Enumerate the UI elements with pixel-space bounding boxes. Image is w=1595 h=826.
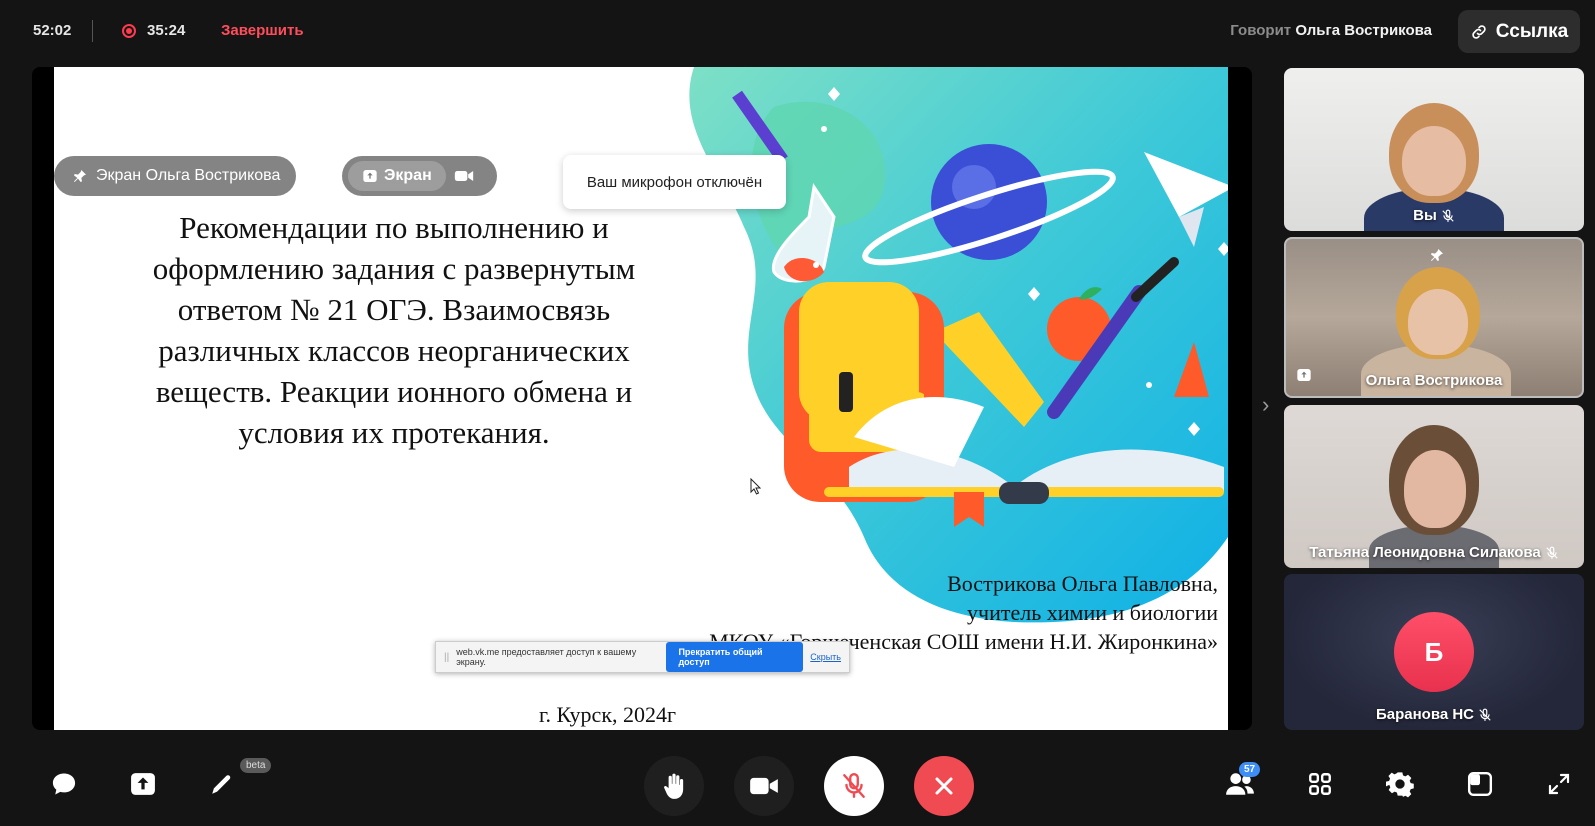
chat-icon xyxy=(52,773,76,795)
mouse-cursor-icon xyxy=(750,478,762,495)
screen-source-label: Экран xyxy=(384,167,432,184)
picture-in-picture-icon xyxy=(1467,771,1493,797)
pin-icon xyxy=(74,170,86,182)
screen-share-notification: || web.vk.me предоставляет доступ к ваше… xyxy=(435,641,850,673)
layout-grid-button[interactable] xyxy=(1302,766,1338,802)
gear-icon xyxy=(1386,772,1414,798)
participant-name: Баранова НС xyxy=(1284,706,1584,723)
grid-icon xyxy=(1309,773,1331,795)
video-camera-icon xyxy=(750,777,778,795)
finish-recording-button[interactable]: Завершить xyxy=(221,22,304,39)
link-icon xyxy=(1472,24,1486,39)
slide-city: г. Курск, 2024г xyxy=(539,702,677,727)
camera-toggle-button[interactable] xyxy=(734,756,794,816)
divider xyxy=(92,20,93,42)
pencil-icon xyxy=(212,775,231,794)
mic-muted-toast: Ваш микрофон отключён xyxy=(563,155,786,209)
end-call-button[interactable] xyxy=(914,756,974,816)
author-name: Вострикова Ольга Павловна, xyxy=(947,571,1218,596)
share-screen-icon xyxy=(131,773,155,795)
settings-button[interactable] xyxy=(1382,766,1418,802)
record-timer: 35:24 xyxy=(147,22,186,39)
record-icon xyxy=(122,24,136,38)
close-icon xyxy=(935,777,953,795)
hide-notice-link[interactable]: Скрыть xyxy=(810,652,841,662)
call-timer: 52:02 xyxy=(33,22,72,39)
avatar: Б xyxy=(1394,612,1474,692)
participant-name: Татьяна Леонидовна Силакова xyxy=(1284,544,1584,561)
camera-icon[interactable] xyxy=(454,168,474,184)
share-notice-text: web.vk.me предоставляет доступ к вашему … xyxy=(456,647,637,667)
screen-source-button[interactable]: Экран xyxy=(348,161,446,191)
school-supplies-illustration xyxy=(689,67,1228,623)
source-switcher: Экран xyxy=(342,156,497,196)
chat-button[interactable] xyxy=(46,766,82,802)
beta-badge: beta xyxy=(240,758,272,773)
share-screen-icon xyxy=(363,170,377,182)
participant-name: Ольга Вострикова xyxy=(1365,372,1503,389)
screen-share-stage[interactable]: Рекомендации по выполнению и оформлению … xyxy=(32,67,1252,730)
pinned-screen-label[interactable]: Экран Ольга Вострикова xyxy=(54,156,297,196)
pip-button[interactable] xyxy=(1462,766,1498,802)
pinned-screen-text: Экран Ольга Вострикова xyxy=(96,167,281,184)
bottom-toolbar xyxy=(0,740,1595,826)
mic-off-icon xyxy=(843,772,865,798)
mic-off-icon xyxy=(1442,209,1454,222)
participants-count-badge: 57 xyxy=(1239,762,1261,777)
draw-button[interactable] xyxy=(204,766,240,802)
pin-icon xyxy=(1431,249,1443,261)
raise-hand-button[interactable] xyxy=(644,756,704,816)
slide-title: Рекомендации по выполнению и оформлению … xyxy=(152,210,636,450)
mic-off-icon xyxy=(1479,708,1491,721)
fullscreen-icon xyxy=(1548,773,1570,795)
link-label: Ссылка xyxy=(1495,20,1569,42)
stop-sharing-button[interactable]: Прекратить общий доступ xyxy=(666,642,804,672)
fullscreen-button[interactable] xyxy=(1541,766,1577,802)
share-screen-button[interactable] xyxy=(125,766,161,802)
mic-off-icon xyxy=(1546,546,1558,559)
participant-name: Вы xyxy=(1284,207,1584,224)
participant-tile-self[interactable]: Вы xyxy=(1284,68,1584,231)
drag-handle-icon[interactable]: || xyxy=(444,652,449,663)
copy-link-button[interactable]: Ссылка xyxy=(1458,10,1580,53)
author-position: учитель химии и биологии xyxy=(967,600,1218,625)
microphone-toggle-button[interactable] xyxy=(824,756,884,816)
top-bar: 52:02 35:24 Завершить Говорит Ольга Вост… xyxy=(0,0,1595,64)
speaking-name: Ольга Вострикова xyxy=(1295,22,1432,39)
chevron-right-icon[interactable]: › xyxy=(1262,392,1269,418)
participant-tile[interactable]: Б Баранова НС xyxy=(1284,574,1584,730)
speaking-indicator: Говорит Ольга Вострикова xyxy=(1230,22,1432,39)
hand-icon xyxy=(664,773,684,799)
participant-tile-speaker[interactable]: Ольга Вострикова xyxy=(1284,237,1584,398)
speaking-prefix: Говорит xyxy=(1230,22,1292,39)
participant-tile[interactable]: Татьяна Леонидовна Силакова xyxy=(1284,405,1584,568)
